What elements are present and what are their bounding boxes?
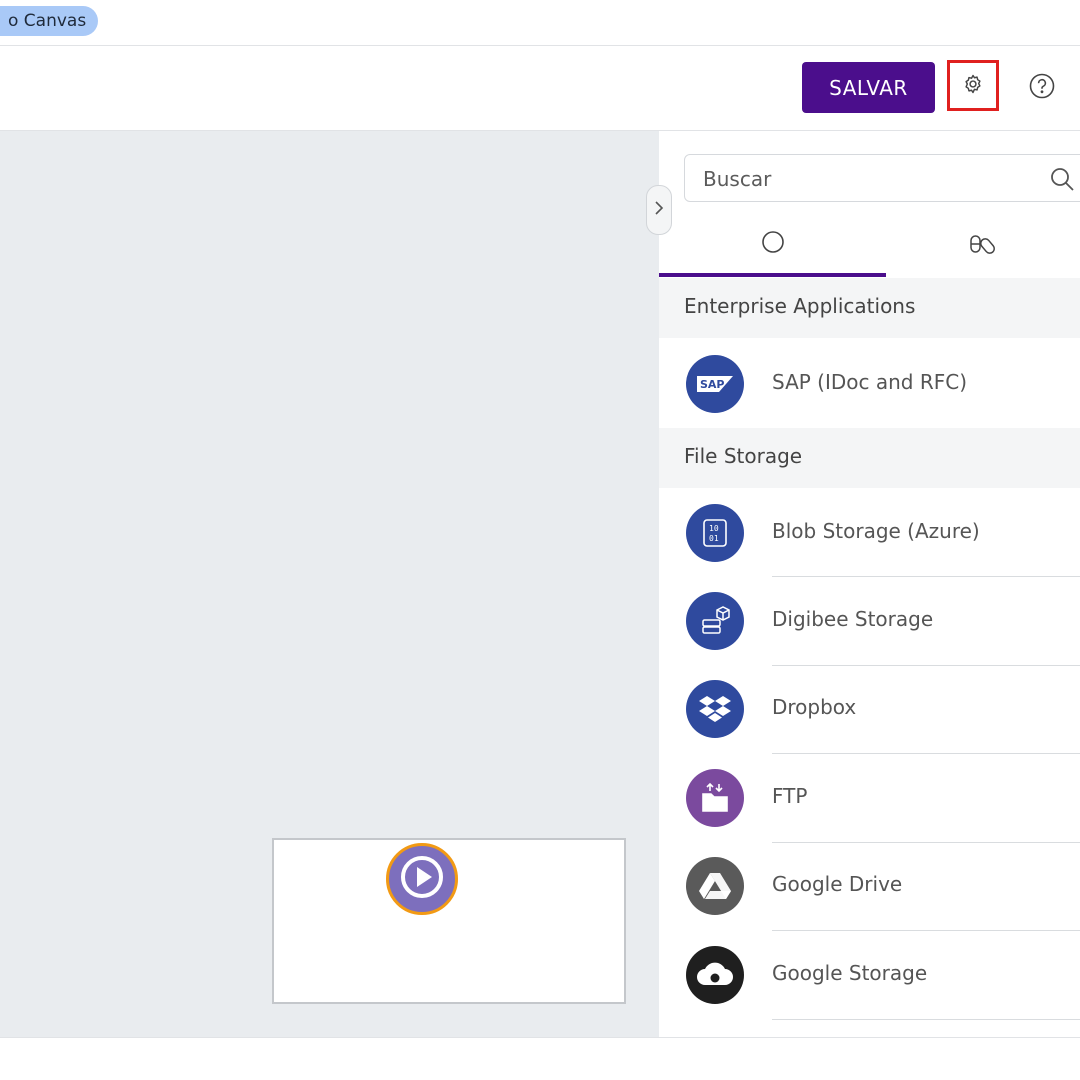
component-sap[interactable]: SAP SAP (IDoc and RFC)	[659, 340, 1080, 428]
binary-file-icon: 10 01	[686, 504, 744, 562]
collapse-panel-button[interactable]	[646, 185, 672, 235]
help-button[interactable]	[1028, 73, 1056, 103]
component-blob-storage[interactable]: 10 01 Blob Storage (Azure)	[659, 489, 1080, 577]
toolbar: SALVAR	[0, 46, 1080, 131]
search-box[interactable]	[684, 154, 1080, 202]
pipeline-canvas[interactable]	[0, 131, 659, 1037]
sap-icon: SAP	[686, 355, 744, 413]
storage-server-icon	[686, 592, 744, 650]
svg-text:SAP: SAP	[700, 378, 725, 391]
canvas-tab[interactable]: o Canvas	[0, 6, 99, 36]
chevron-right-icon	[653, 200, 665, 220]
component-google-drive[interactable]: Google Drive	[659, 842, 1080, 930]
folder-transfer-icon	[686, 769, 744, 827]
component-digibee-storage[interactable]: Digibee Storage	[659, 577, 1080, 665]
save-button[interactable]: SALVAR	[802, 62, 935, 113]
capsules-icon	[969, 233, 997, 259]
svg-text:10: 10	[709, 524, 719, 533]
tab-components[interactable]	[659, 215, 886, 277]
trigger-node[interactable]	[386, 843, 458, 915]
search-icon[interactable]	[1049, 166, 1075, 196]
minimap[interactable]	[272, 838, 626, 1004]
component-google-storage[interactable]: Google Storage	[659, 931, 1080, 1019]
tab-capsules[interactable]	[886, 215, 1080, 277]
help-circle-icon	[1029, 73, 1055, 103]
component-ftp[interactable]: FTP	[659, 754, 1080, 842]
bottom-divider	[0, 1037, 1080, 1038]
gear-icon	[962, 73, 984, 99]
section-header-file-storage: File Storage	[659, 428, 1080, 488]
divider	[772, 1019, 1080, 1020]
circle-icon	[761, 230, 785, 258]
section-header-enterprise: Enterprise Applications	[659, 278, 1080, 338]
top-bar: o Canvas	[0, 0, 1080, 46]
google-drive-icon	[686, 857, 744, 915]
settings-button[interactable]	[947, 60, 999, 111]
search-input[interactable]	[701, 165, 1025, 193]
cloud-icon	[686, 946, 744, 1004]
dropbox-icon	[686, 680, 744, 738]
component-dropbox[interactable]: Dropbox	[659, 665, 1080, 753]
play-icon	[399, 854, 445, 904]
svg-text:01: 01	[709, 534, 719, 543]
components-panel: Enterprise Applications SAP SAP (IDoc an…	[659, 131, 1080, 1037]
